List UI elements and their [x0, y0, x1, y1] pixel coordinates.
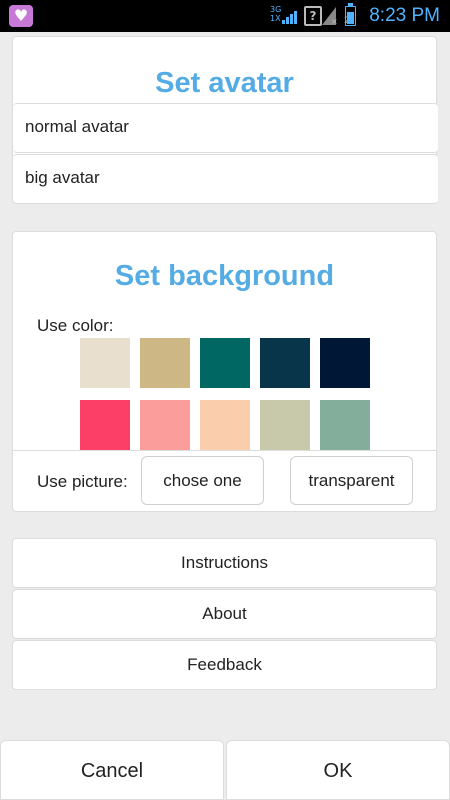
color-swatch[interactable]	[80, 400, 130, 450]
use-picture-row: Use picture: chose one transparent	[13, 450, 436, 512]
avatar-section-title: Set avatar	[155, 67, 294, 99]
big-avatar-option[interactable]: big avatar	[13, 154, 438, 204]
no-signal-x-icon: ×	[331, 17, 338, 26]
cancel-button[interactable]: Cancel	[0, 740, 224, 800]
transparent-button[interactable]: transparent	[290, 456, 413, 505]
color-swatch[interactable]	[320, 338, 370, 388]
chose-one-button[interactable]: chose one	[141, 456, 264, 505]
sim-unknown-icon: ?	[304, 6, 322, 26]
color-swatch[interactable]	[80, 338, 130, 388]
color-swatch[interactable]	[140, 338, 190, 388]
about-button[interactable]: About	[12, 589, 437, 639]
color-swatch[interactable]	[200, 338, 250, 388]
app-notification-icon: ♥	[9, 5, 33, 27]
status-bar: ♥ 3G 1X ? × 2 8:23 PM	[0, 0, 450, 32]
ok-button[interactable]: OK	[226, 740, 450, 800]
color-swatch[interactable]	[140, 400, 190, 450]
feedback-button[interactable]: Feedback	[12, 640, 437, 690]
background-card: Set background Use color: Use picture: c…	[12, 231, 437, 512]
signal-strength-icon	[282, 8, 298, 24]
color-swatch[interactable]	[260, 400, 310, 450]
battery-icon	[345, 3, 356, 26]
color-swatch[interactable]	[320, 400, 370, 450]
instructions-button[interactable]: Instructions	[12, 538, 437, 588]
heart-icon: ♥	[13, 6, 29, 25]
use-color-label: Use color:	[37, 316, 114, 335]
normal-avatar-label: normal avatar	[25, 117, 129, 136]
color-swatch[interactable]	[200, 400, 250, 450]
avatar-card: Set avatar normal avatar big avatar	[12, 36, 438, 204]
status-clock: 8:23 PM	[369, 5, 440, 26]
network-type-label: 3G 1X	[270, 5, 282, 23]
use-picture-label: Use picture:	[37, 472, 128, 491]
background-section-title: Set background	[114, 260, 335, 292]
normal-avatar-option[interactable]: normal avatar	[13, 103, 438, 153]
color-swatch[interactable]	[260, 338, 310, 388]
big-avatar-label: big avatar	[25, 168, 100, 187]
